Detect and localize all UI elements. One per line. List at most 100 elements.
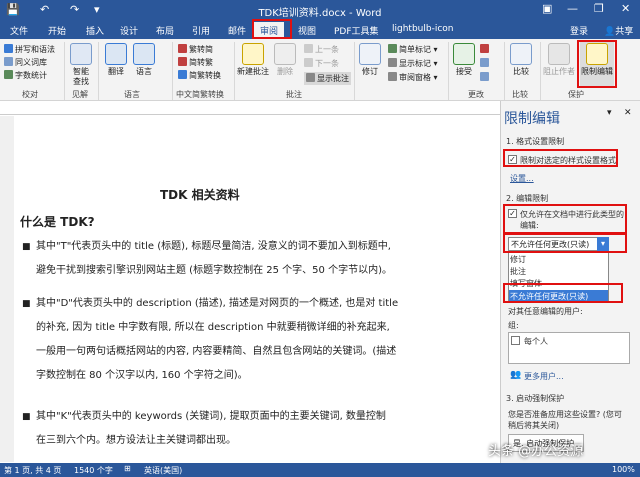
delete-comment-button[interactable]: 删除: [274, 43, 296, 77]
groups-label: 组:: [508, 321, 519, 330]
highlight-dropdown: [503, 233, 627, 253]
proofing-status-icon[interactable]: ⊞: [124, 464, 131, 473]
pane-options-icon[interactable]: ▾: [607, 108, 612, 118]
group-separator: [504, 42, 505, 100]
language-button[interactable]: 语言: [132, 43, 156, 77]
tab-references[interactable]: 引用: [192, 24, 210, 37]
tab-mailings[interactable]: 邮件: [228, 24, 246, 37]
track-changes-button[interactable]: 修订: [358, 43, 382, 77]
paragraph-line: 在三到六个内。想方设法让主关键词都出现。: [36, 435, 236, 446]
document-area[interactable]: [0, 101, 500, 463]
show-comments-button[interactable]: 显示批注: [304, 72, 351, 85]
word-count[interactable]: 1540 个字: [74, 465, 113, 476]
tab-design[interactable]: 设计: [120, 24, 138, 37]
spelling-label: 拼写和语法: [15, 45, 55, 54]
paragraph-keywords[interactable]: 其中"K"代表页头中的 keywords (关键词), 提取页面中的主要关键词,…: [36, 410, 466, 448]
group-label-comments: 批注: [286, 90, 302, 99]
accept-button[interactable]: 接受: [452, 43, 476, 77]
group-separator: [64, 42, 65, 100]
chinese-conversion-button[interactable]: 简繁转换: [178, 70, 221, 81]
reviewing-pane-label: 审阅窗格: [399, 73, 431, 82]
previous-change-button[interactable]: [480, 58, 491, 68]
previous-change-icon: [480, 58, 489, 67]
tab-pdf-tools[interactable]: PDF工具集: [334, 24, 379, 37]
group-label-insights: 见解: [72, 90, 88, 99]
login-link[interactable]: 登录: [570, 24, 588, 37]
paragraph-title[interactable]: 其中"T"代表页头中的 title (标题), 标题尽量简洁, 没意义的词不要加…: [36, 240, 466, 278]
tab-file[interactable]: 文件: [10, 24, 28, 37]
to-simplified-button[interactable]: 简转繁: [178, 57, 213, 68]
previous-icon: [304, 44, 313, 53]
next-comment-button[interactable]: 下一条: [304, 58, 339, 69]
new-comment-label: 新建批注: [237, 67, 269, 76]
word-count-label: 字数统计: [15, 71, 47, 80]
previous-comment-label: 上一条: [315, 45, 339, 54]
globe-icon: [133, 43, 155, 65]
group-separator: [98, 42, 99, 100]
magnifier-icon: [70, 43, 92, 65]
next-change-icon: [480, 72, 489, 81]
page-indicator[interactable]: 第 1 页, 共 4 页: [4, 465, 61, 476]
ribbon-display-icon[interactable]: ▣: [542, 2, 552, 15]
translate-button[interactable]: 翻译: [104, 43, 128, 77]
document-title: TDK 相关资料: [160, 188, 240, 202]
block-authors-label: 阻止作者: [543, 67, 575, 76]
bullet-icon: ■: [22, 242, 31, 252]
show-markup-icon: [388, 58, 397, 67]
tab-layout[interactable]: 布局: [156, 24, 174, 37]
convert-icon: [178, 70, 187, 79]
close-button[interactable]: ✕: [621, 2, 630, 15]
next-change-button[interactable]: [480, 72, 491, 82]
new-comment-button[interactable]: 新建批注: [236, 43, 270, 77]
minimize-button[interactable]: —: [567, 2, 578, 15]
group-label-proofing: 校对: [22, 90, 38, 99]
paragraph-line: 其中"T"代表页头中的 title (标题), 标题尽量简洁, 没意义的词不要加…: [36, 241, 391, 252]
highlight-formatting-checkbox: [503, 149, 618, 167]
to-traditional-button[interactable]: 繁转简: [178, 44, 213, 55]
ribbon-tabs: 文件 开始 插入 设计 布局 引用 邮件 审阅 视图 PDF工具集 lightb…: [0, 21, 640, 39]
more-users-link[interactable]: 更多用户...: [524, 371, 564, 382]
editing-restrictions-title: 2. 编辑限制: [506, 194, 549, 203]
everyone-checkbox[interactable]: [511, 336, 520, 345]
language-label: 语言: [136, 67, 152, 76]
maximize-button[interactable]: ❐: [594, 2, 604, 15]
thesaurus-label: 同义词库: [15, 58, 47, 67]
share-button[interactable]: 👤共享: [604, 24, 633, 37]
compare-button[interactable]: 比较: [508, 43, 534, 77]
group-label-chinese: 中文简繁转换: [176, 90, 224, 99]
markup-icon: [388, 44, 397, 53]
reviewing-pane-dropdown[interactable]: 审阅窗格 ▾: [388, 72, 438, 83]
tab-home[interactable]: 开始: [48, 24, 66, 37]
track-changes-label: 修订: [362, 67, 378, 76]
thesaurus-button[interactable]: 同义词库: [4, 57, 47, 68]
group-separator: [540, 42, 541, 100]
title-bar: 💾 ↶ ↷ ▾ TDK培训资料.docx - Word ▣ — ❐ ✕: [0, 0, 640, 21]
block-authors-button[interactable]: 阻止作者: [542, 43, 576, 77]
reject-icon: [480, 44, 489, 53]
highlight-editing-checkbox: [503, 204, 627, 234]
display-for-review-dropdown[interactable]: 简单标记 ▾: [388, 44, 438, 55]
tab-view[interactable]: 视图: [298, 24, 316, 37]
settings-link[interactable]: 设置...: [510, 173, 534, 184]
enforcement-text-2: 稍后将其关闭): [508, 421, 560, 430]
option-tracked-changes[interactable]: 修订: [510, 254, 526, 265]
language-indicator[interactable]: 英语(美国): [144, 465, 182, 476]
compare-label: 比较: [513, 67, 529, 76]
previous-comment-button[interactable]: 上一条: [304, 44, 339, 55]
pane-close-icon[interactable]: ✕: [624, 108, 632, 118]
smart-lookup-button[interactable]: 智能 查找: [68, 43, 94, 87]
reject-button[interactable]: [480, 44, 491, 54]
paragraph-line: 一般用一句两句话概括网站的内容, 内容要精简、自然且包含网站的关键词。(描述: [36, 346, 397, 357]
zoom-level[interactable]: 100%: [612, 465, 635, 474]
spelling-grammar-button[interactable]: 拼写和语法: [4, 44, 55, 55]
smart-lookup-label: 智能 查找: [73, 67, 89, 86]
paragraph-description[interactable]: 其中"D"代表页头中的 description (描述), 描述是对网页的一个概…: [36, 297, 466, 383]
group-separator: [234, 42, 235, 100]
show-markup-dropdown[interactable]: 显示标记 ▾: [388, 58, 438, 69]
tell-me-icon[interactable]: lightbulb-icon: [392, 24, 453, 34]
option-comments[interactable]: 批注: [510, 266, 526, 277]
highlight-review-tab: [252, 19, 292, 39]
group-separator: [354, 42, 355, 100]
tab-insert[interactable]: 插入: [86, 24, 104, 37]
word-count-button[interactable]: 字数统计: [4, 70, 47, 81]
